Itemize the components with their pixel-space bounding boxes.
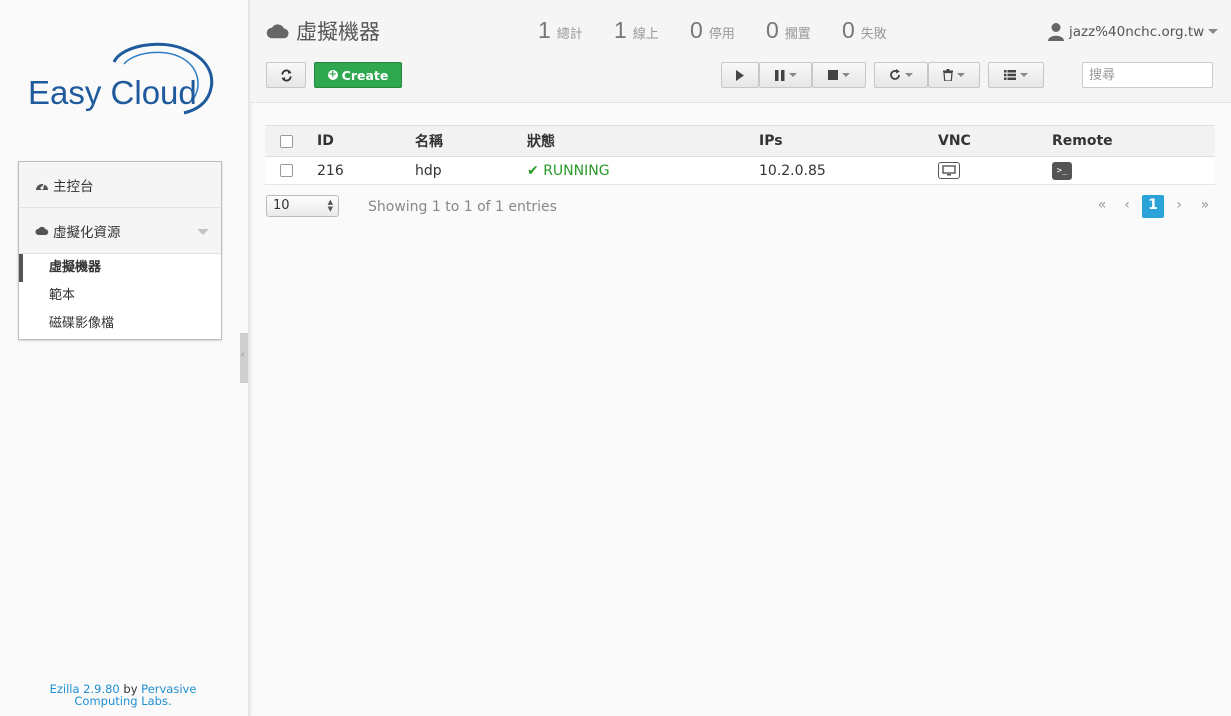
cell-vnc bbox=[938, 156, 1052, 185]
stat-failed: 0 失敗 bbox=[842, 17, 887, 44]
chevron-left-icon: ‹ bbox=[241, 350, 245, 360]
cell-status: ✔ RUNNING bbox=[527, 156, 759, 185]
cell-id: 216 bbox=[317, 156, 415, 185]
sidebar-menu: 主控台 虛擬化資源 虛擬機器 範本 磁碟影像檔 bbox=[18, 161, 222, 340]
stop-dropdown-button[interactable] bbox=[812, 62, 866, 88]
stat-number: 0 bbox=[690, 17, 703, 43]
easy-cloud-logo[interactable]: Easy Cloud bbox=[26, 40, 226, 120]
play-icon bbox=[736, 69, 744, 81]
sidebar-divider bbox=[248, 0, 250, 716]
sidebar-item-disk-images[interactable]: 磁碟影像檔 bbox=[19, 310, 221, 338]
select-all-checkbox[interactable] bbox=[280, 134, 293, 148]
col-remote[interactable]: Remote bbox=[1052, 125, 1215, 157]
table-row[interactable]: 216 hdp ✔ RUNNING 10.2.0.85 >_ bbox=[265, 156, 1215, 185]
last-page-button[interactable]: » bbox=[1194, 195, 1216, 218]
pause-icon bbox=[774, 69, 784, 81]
stat-number: 0 bbox=[766, 17, 779, 43]
stat-number: 1 bbox=[614, 17, 627, 43]
sidebar-item-dashboard[interactable]: 主控台 bbox=[19, 162, 221, 208]
stat-number: 1 bbox=[538, 17, 551, 43]
stat-label: 擱置 bbox=[784, 27, 811, 42]
spinner-arrows-icon: ▲ ▼ bbox=[327, 198, 333, 213]
cell-name: hdp bbox=[415, 156, 527, 185]
refresh-icon bbox=[280, 69, 292, 81]
col-vnc[interactable]: VNC bbox=[938, 125, 1052, 157]
stat-number: 0 bbox=[842, 17, 855, 43]
user-menu[interactable]: jazz%40nchc.org.tw bbox=[1047, 22, 1219, 41]
sidebar-item-virtual-resources[interactable]: 虛擬化資源 bbox=[19, 208, 221, 254]
stat-stopped: 0 停用 bbox=[690, 17, 735, 44]
chevron-down-icon bbox=[957, 73, 965, 77]
chevron-down-icon bbox=[905, 73, 913, 77]
page-title-text: 虛擬機器 bbox=[296, 20, 380, 44]
chevron-down-icon bbox=[842, 73, 850, 77]
trash-icon bbox=[943, 69, 953, 81]
cloud-icon bbox=[35, 226, 49, 235]
page-size-select[interactable]: 10 ▲ ▼ bbox=[266, 195, 339, 217]
monitor-icon[interactable] bbox=[938, 161, 960, 179]
sidebar-footer: Ezilla 2.9.80 by Pervasive Computing Lab… bbox=[18, 683, 228, 707]
page-size-value: 10 bbox=[273, 198, 290, 213]
col-name[interactable]: 名稱 bbox=[415, 125, 527, 157]
redo-icon bbox=[890, 69, 900, 80]
stat-online: 1 線上 bbox=[614, 17, 659, 44]
check-icon: ✔ bbox=[527, 162, 539, 179]
page-1-button[interactable]: 1 bbox=[1142, 195, 1164, 218]
row-select-cell bbox=[265, 156, 307, 185]
dashboard-icon bbox=[36, 182, 48, 190]
cell-remote: >_ bbox=[1052, 156, 1215, 185]
chevron-down-icon bbox=[788, 73, 797, 77]
sidebar-item-templates[interactable]: 範本 bbox=[19, 282, 221, 310]
status-text: RUNNING bbox=[543, 162, 610, 179]
stop-icon bbox=[828, 70, 838, 80]
stat-label: 失敗 bbox=[860, 27, 887, 42]
cell-ip: 10.2.0.85 bbox=[759, 156, 938, 185]
sidebar-collapse-handle[interactable]: ‹ bbox=[240, 333, 248, 383]
play-button[interactable] bbox=[721, 62, 759, 88]
col-status[interactable]: 狀態 bbox=[527, 125, 759, 157]
refresh-button[interactable] bbox=[266, 62, 306, 88]
list-options-button[interactable] bbox=[988, 62, 1044, 88]
stat-label: 停用 bbox=[708, 27, 735, 42]
page-header: 虛擬機器 1 總計 1 線上 0 停用 0 擱置 0 失敗 jazz%40nch… bbox=[250, 0, 1231, 103]
sidebar-item-label: 主控台 bbox=[53, 178, 94, 195]
chevron-down-icon bbox=[1020, 73, 1028, 77]
sidebar: Easy Cloud 主控台 虛擬化資源 虛擬機器 範本 磁碟影像檔 Ezill… bbox=[0, 0, 248, 716]
prev-page-button[interactable]: ‹ bbox=[1116, 195, 1138, 218]
vm-table: ID 名稱 狀態 IPs VNC Remote 216 hdp ✔ RUNNIN… bbox=[265, 125, 1215, 185]
sidebar-item-virtual-machines[interactable]: 虛擬機器 bbox=[19, 254, 221, 282]
chevron-down-icon bbox=[1208, 29, 1219, 34]
select-all-cell bbox=[265, 125, 307, 157]
cloud-icon bbox=[266, 23, 289, 38]
plus-circle-icon: + bbox=[327, 69, 338, 80]
list-icon bbox=[1004, 70, 1016, 80]
col-ips[interactable]: IPs bbox=[759, 125, 938, 157]
create-button[interactable]: + Create bbox=[314, 62, 402, 88]
terminal-icon[interactable]: >_ bbox=[1052, 162, 1072, 180]
row-checkbox[interactable] bbox=[280, 164, 293, 177]
table-header-row: ID 名稱 狀態 IPs VNC Remote bbox=[265, 125, 1215, 157]
pause-dropdown-button[interactable] bbox=[759, 62, 812, 88]
stat-label: 線上 bbox=[632, 27, 659, 42]
reboot-dropdown-button[interactable] bbox=[874, 62, 928, 88]
delete-dropdown-button[interactable] bbox=[928, 62, 980, 88]
next-page-button[interactable]: › bbox=[1168, 195, 1190, 218]
user-name: jazz%40nchc.org.tw bbox=[1069, 23, 1205, 40]
stat-label: 總計 bbox=[556, 27, 583, 42]
stat-suspended: 0 擱置 bbox=[766, 17, 811, 44]
logo-text: Easy Cloud bbox=[28, 74, 197, 111]
first-page-button[interactable]: « bbox=[1091, 195, 1113, 218]
page-title: 虛擬機器 bbox=[266, 16, 380, 46]
col-id[interactable]: ID bbox=[317, 125, 415, 157]
search-input[interactable] bbox=[1082, 62, 1213, 88]
entries-info: Showing 1 to 1 of 1 entries bbox=[368, 199, 557, 215]
stat-total: 1 總計 bbox=[538, 17, 583, 44]
user-icon bbox=[1048, 23, 1064, 41]
sidebar-item-label: 虛擬化資源 bbox=[53, 224, 121, 241]
create-button-label: Create bbox=[341, 67, 389, 83]
chevron-down-icon bbox=[197, 229, 209, 235]
